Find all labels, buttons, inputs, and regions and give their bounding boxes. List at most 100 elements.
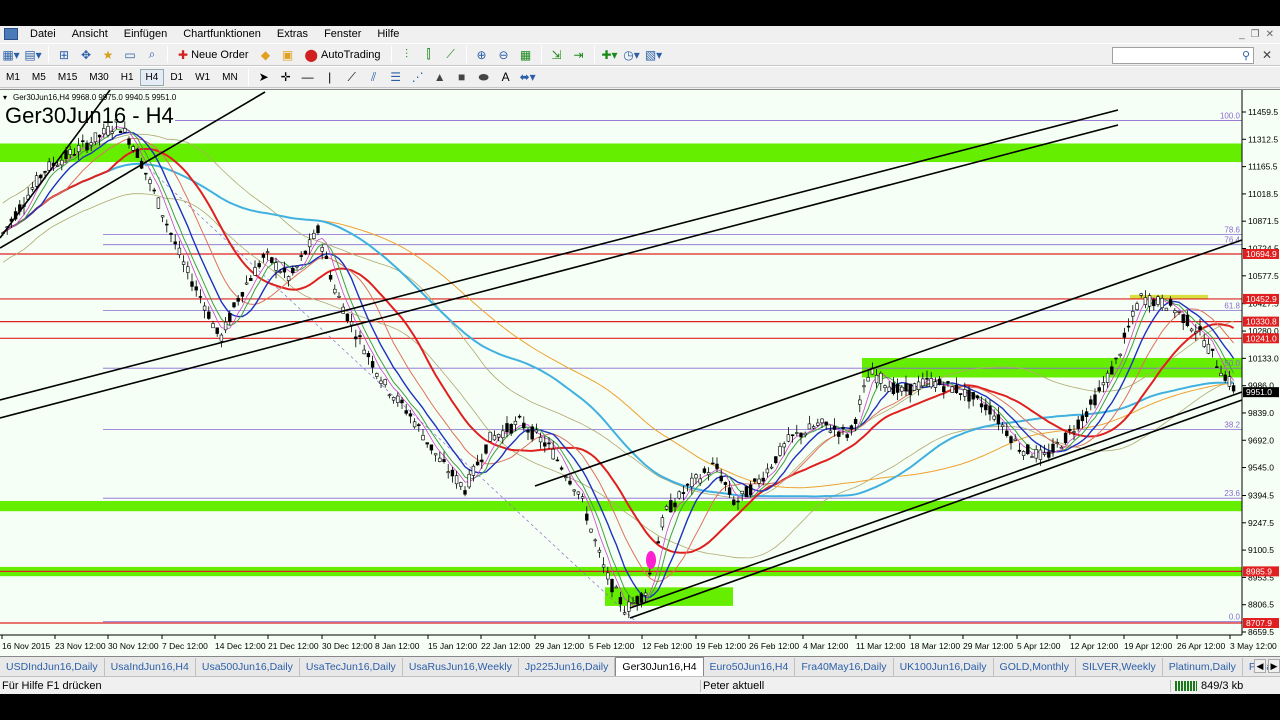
- chart-tab-silver-weekly[interactable]: SILVER,Weekly: [1076, 658, 1163, 676]
- candle-body[interactable]: [849, 425, 854, 430]
- terminal-button[interactable]: ▭: [120, 45, 140, 64]
- candle-body[interactable]: [467, 473, 471, 488]
- candle-body[interactable]: [169, 232, 173, 235]
- chart-tab-usdindjun16-daily[interactable]: USDIndJun16,Daily: [0, 658, 105, 676]
- candle-body[interactable]: [828, 430, 833, 433]
- rectangle-tool[interactable]: ■: [452, 68, 472, 87]
- candle-body[interactable]: [55, 164, 60, 167]
- candle-body[interactable]: [601, 564, 606, 568]
- candle-body[interactable]: [933, 381, 938, 388]
- chart-tab-gold-monthly[interactable]: GOLD,Monthly: [994, 658, 1076, 676]
- chart-tab-usatecjun16-daily[interactable]: UsaTecJun16,Daily: [300, 658, 403, 676]
- candle-body[interactable]: [391, 397, 396, 401]
- candle-body[interactable]: [656, 541, 660, 544]
- periods-button[interactable]: ◷▾: [622, 45, 642, 64]
- candle-body[interactable]: [1118, 353, 1122, 356]
- candle-body[interactable]: [694, 474, 698, 479]
- candle-body[interactable]: [89, 142, 93, 146]
- candle-body[interactable]: [110, 131, 114, 134]
- candle-body[interactable]: [68, 149, 72, 155]
- candle-body[interactable]: [551, 448, 555, 460]
- timeframe-h1[interactable]: H1: [115, 69, 140, 86]
- candle-body[interactable]: [404, 410, 408, 414]
- candle-body[interactable]: [778, 446, 782, 456]
- candle-body[interactable]: [408, 413, 413, 417]
- candle-body[interactable]: [925, 377, 929, 380]
- menu-hilfe[interactable]: Hilfe: [369, 28, 407, 40]
- candle-body[interactable]: [765, 468, 770, 474]
- candle-body[interactable]: [1152, 299, 1156, 307]
- profiles-button[interactable]: ▤▾: [23, 45, 43, 64]
- candlestick-button[interactable]: ⫿: [419, 45, 439, 64]
- candle-body[interactable]: [589, 528, 593, 533]
- candle-body[interactable]: [387, 394, 392, 397]
- candle-body[interactable]: [463, 490, 467, 495]
- candle-body[interactable]: [278, 271, 282, 273]
- candle-body[interactable]: [618, 597, 623, 605]
- trendline-tool[interactable]: ⟋: [342, 68, 362, 87]
- timeframe-d1[interactable]: D1: [164, 69, 189, 86]
- candle-body[interactable]: [824, 421, 828, 426]
- candle-body[interactable]: [1219, 372, 1223, 377]
- chart-tab-jp225jun16-daily[interactable]: Jp225Jun16,Daily: [519, 658, 616, 676]
- candle-body[interactable]: [118, 130, 123, 134]
- candle-body[interactable]: [1231, 385, 1236, 392]
- candle-body[interactable]: [181, 261, 186, 265]
- candle-body[interactable]: [509, 423, 513, 434]
- chart-tab-fra40may16-daily[interactable]: Fra40May16,Daily: [795, 658, 894, 676]
- chart-shift-button[interactable]: ⇥: [569, 45, 589, 64]
- candle-body[interactable]: [337, 295, 341, 298]
- candle-body[interactable]: [1105, 372, 1110, 383]
- tile-windows-button[interactable]: ▦: [516, 45, 536, 64]
- candle-body[interactable]: [622, 612, 627, 615]
- candle-body[interactable]: [1227, 376, 1232, 387]
- candle-body[interactable]: [328, 274, 333, 280]
- candle-body[interactable]: [1000, 424, 1005, 427]
- signal-marker[interactable]: [646, 551, 656, 569]
- candle-body[interactable]: [496, 434, 501, 438]
- candle-body[interactable]: [442, 459, 446, 462]
- candle-body[interactable]: [958, 393, 963, 395]
- candle-body[interactable]: [1126, 325, 1131, 328]
- candle-body[interactable]: [803, 432, 807, 436]
- timeframe-h4[interactable]: H4: [139, 68, 165, 86]
- candle-body[interactable]: [450, 469, 455, 477]
- candle-body[interactable]: [1051, 443, 1055, 453]
- candle-body[interactable]: [757, 478, 761, 484]
- candle-body[interactable]: [505, 423, 509, 433]
- toolbar-close-icon[interactable]: ✕: [1262, 48, 1272, 62]
- candle-body[interactable]: [597, 549, 602, 553]
- candle-body[interactable]: [81, 140, 85, 143]
- candle-body[interactable]: [1063, 432, 1068, 444]
- candle-body[interactable]: [349, 321, 354, 326]
- minimize-icon[interactable]: _: [1239, 29, 1245, 40]
- candle-body[interactable]: [820, 418, 824, 424]
- candle-body[interactable]: [186, 266, 190, 273]
- vertical-line-tool[interactable]: |: [320, 68, 340, 87]
- candle-body[interactable]: [530, 426, 534, 440]
- candle-body[interactable]: [30, 187, 35, 190]
- candle-body[interactable]: [291, 267, 295, 274]
- candle-body[interactable]: [799, 432, 803, 438]
- equidistant-channel-tool[interactable]: ⫽: [364, 68, 384, 87]
- candle-body[interactable]: [1013, 438, 1017, 441]
- candle-body[interactable]: [1131, 310, 1135, 317]
- templates-button[interactable]: ▧▾: [644, 45, 664, 64]
- candle-body[interactable]: [1168, 299, 1173, 306]
- candle-body[interactable]: [891, 382, 896, 395]
- candle-body[interactable]: [685, 483, 690, 486]
- signals-button[interactable]: ▣: [278, 45, 298, 64]
- candle-body[interactable]: [396, 395, 400, 403]
- candle-body[interactable]: [198, 296, 203, 298]
- candle-body[interactable]: [534, 429, 539, 433]
- candle-body[interactable]: [177, 247, 182, 256]
- candle-body[interactable]: [400, 399, 404, 404]
- candle-body[interactable]: [417, 424, 421, 427]
- search-input[interactable]: ⚲: [1112, 47, 1254, 64]
- candle-body[interactable]: [576, 491, 581, 495]
- candle-body[interactable]: [774, 456, 778, 464]
- candle-body[interactable]: [236, 297, 240, 302]
- data-window-button[interactable]: ✥: [76, 45, 96, 64]
- candle-body[interactable]: [429, 444, 434, 451]
- candle-body[interactable]: [715, 463, 719, 469]
